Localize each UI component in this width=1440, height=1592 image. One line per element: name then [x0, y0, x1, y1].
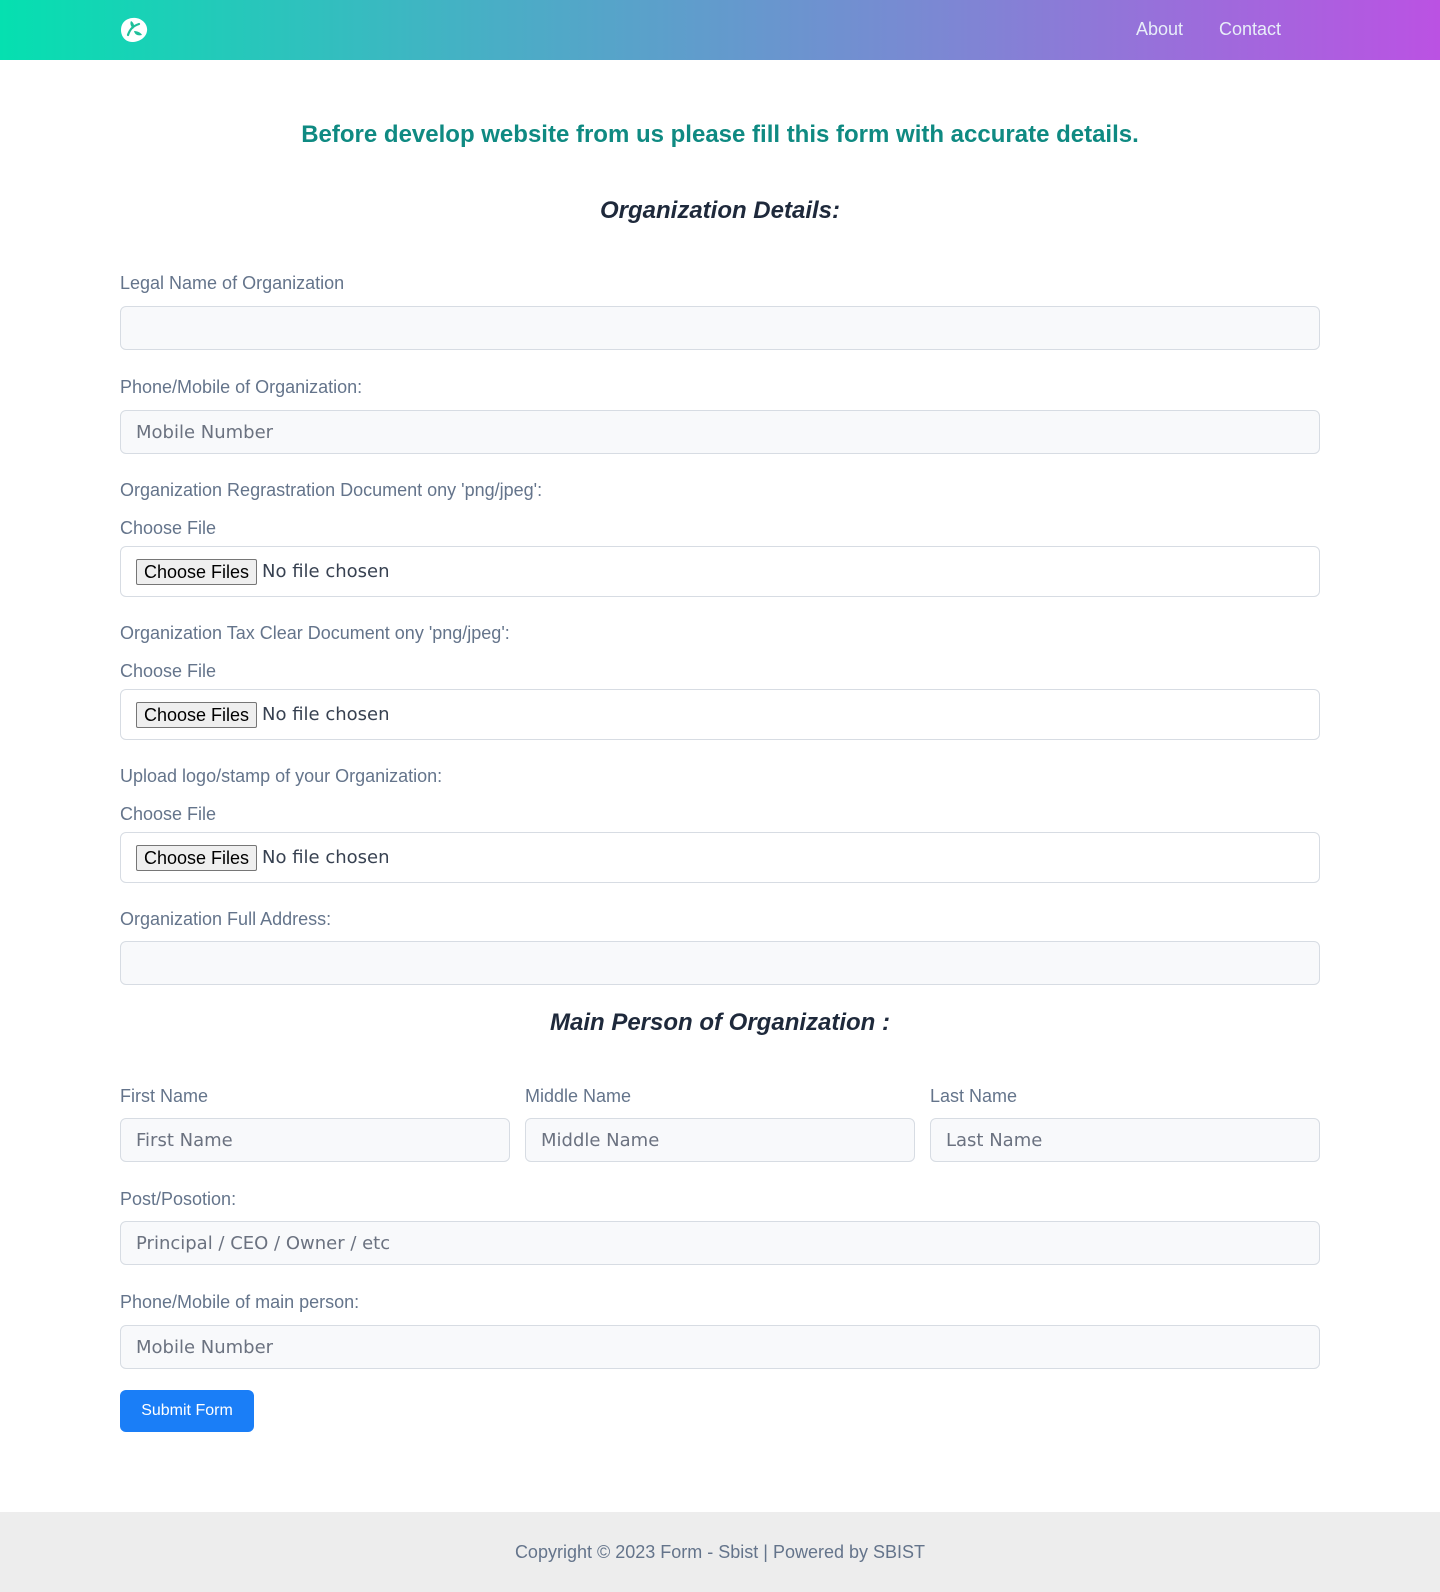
address-label: Organization Full Address: — [120, 909, 332, 929]
position-input[interactable] — [120, 1221, 1320, 1265]
intro-heading: Before develop website from us please fi… — [301, 121, 1139, 148]
last-name-input[interactable] — [930, 1118, 1320, 1162]
top-navbar: About Contact — [0, 0, 1440, 60]
person-phone-label: Phone/Mobile of main person: — [120, 1292, 360, 1312]
middle-name-label: Middle Name — [525, 1086, 632, 1106]
address-input[interactable] — [120, 941, 1320, 985]
tax-doc-label: Organization Tax Clear Document ony 'png… — [120, 623, 510, 643]
registration-doc-file-input[interactable]: Choose Files No file chosen — [120, 546, 1320, 597]
nav-link-about[interactable]: About — [1136, 19, 1183, 40]
tax-doc-file-input[interactable]: Choose Files No file chosen — [120, 689, 1320, 740]
registration-doc-sublabel: Choose File — [120, 518, 217, 538]
tax-doc-status: No file chosen — [262, 704, 390, 725]
legal-name-label: Legal Name of Organization — [120, 273, 345, 293]
logo-upload-sublabel: Choose File — [120, 804, 217, 824]
nav-link-contact[interactable]: Contact — [1219, 19, 1281, 40]
position-label: Post/Posotion: — [120, 1189, 237, 1209]
logo-upload-choose-button[interactable]: Choose Files — [136, 845, 258, 871]
person-phone-input[interactable] — [120, 1325, 1320, 1369]
logo-upload-file-input[interactable]: Choose Files No file chosen — [120, 832, 1320, 883]
org-details-title: Organization Details: — [599, 197, 841, 224]
registration-doc-label: Organization Regrastration Document ony … — [120, 480, 543, 500]
legal-name-input[interactable] — [120, 306, 1320, 350]
registration-doc-choose-button[interactable]: Choose Files — [136, 559, 258, 585]
tax-doc-sublabel: Choose File — [120, 661, 217, 681]
last-name-label: Last Name — [930, 1086, 1018, 1106]
logo-upload-status: No file chosen — [262, 847, 390, 868]
registration-doc-status: No file chosen — [262, 561, 390, 582]
org-phone-label: Phone/Mobile of Organization: — [120, 377, 363, 397]
logo-upload-label: Upload logo/stamp of your Organization: — [120, 766, 443, 786]
tax-doc-choose-button[interactable]: Choose Files — [136, 702, 258, 728]
first-name-input[interactable] — [120, 1118, 510, 1162]
leaf-logo-icon[interactable] — [119, 16, 149, 44]
first-name-label: First Name — [120, 1086, 209, 1106]
middle-name-input[interactable] — [525, 1118, 915, 1162]
footer: Copyright © 2023 Form - Sbist | Powered … — [0, 1512, 1440, 1592]
submit-form-button[interactable]: Submit Form — [120, 1390, 254, 1432]
org-phone-input[interactable] — [120, 410, 1320, 454]
main-person-title: Main Person of Organization : — [549, 1009, 891, 1036]
footer-copyright: Copyright © 2023 Form - Sbist | Powered … — [514, 1542, 926, 1562]
